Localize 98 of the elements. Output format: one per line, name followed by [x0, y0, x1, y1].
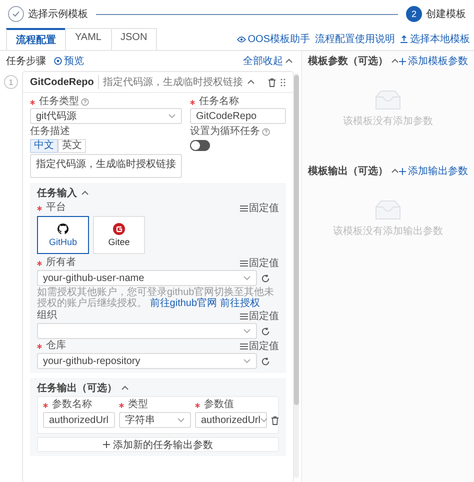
toolbar-link[interactable]: 选择本地模板 [400, 32, 470, 46]
param-value-select[interactable]: authorizedUrl [195, 412, 267, 428]
eye-icon [236, 36, 246, 42]
column-label: 参数名称 [52, 399, 92, 411]
plus-icon [103, 441, 110, 448]
list-icon [240, 312, 248, 320]
chevron-down-icon [243, 274, 251, 282]
chevron-down-icon [243, 327, 251, 335]
required-icon [43, 402, 48, 408]
step-number: 1 [4, 75, 18, 89]
param-select[interactable]: your-github-repository [37, 353, 257, 369]
hint-text: 如需授权其他账户，您可登录github官网切换至其他未授权的账户后继续授权。 前往github官网 前往授权 [37, 287, 276, 309]
step-number: 2 [406, 6, 422, 22]
help-icon[interactable] [262, 128, 270, 136]
caret-up-icon[interactable] [121, 384, 129, 392]
fixed-value-toggle[interactable]: 固定值 [240, 309, 279, 323]
hint-link[interactable]: 前往授权 [220, 298, 260, 309]
preview-link[interactable]: 预览 [54, 54, 84, 68]
tab[interactable]: 流程配置 [6, 28, 66, 50]
caret-up-icon[interactable] [391, 167, 399, 175]
fixed-value-toggle[interactable]: 固定值 [240, 201, 279, 215]
required-icon [37, 344, 42, 348]
required-icon [195, 402, 200, 408]
param-type-select[interactable]: 字符串 [119, 412, 191, 428]
loop-toggle[interactable] [190, 140, 210, 151]
list-icon [240, 260, 248, 266]
trash-icon[interactable] [271, 416, 279, 424]
description-textarea[interactable]: 指定代码源，生成临时授权链接 [30, 154, 182, 178]
caret-up-icon[interactable] [285, 57, 293, 65]
plus-icon [399, 168, 406, 174]
field-label: 平台 [46, 202, 66, 214]
section-title: 模板输出（可选） [308, 164, 388, 178]
field-label: 任务名称 [199, 96, 239, 108]
field-label: 任务描述 [30, 126, 70, 138]
fixed-value-toggle[interactable]: 固定值 [240, 339, 279, 353]
task-description: 指定代码源，生成临时授权链接 [98, 75, 243, 89]
required-icon [119, 402, 124, 408]
language-tab[interactable]: 中文 [30, 139, 58, 153]
tab[interactable]: JSON [110, 28, 158, 50]
task-type-select[interactable]: git代码源 [30, 108, 182, 124]
param-name-input[interactable]: authorizedUrl [43, 412, 115, 428]
empty-inbox-icon [373, 89, 403, 111]
refresh-icon[interactable] [261, 356, 270, 366]
drag-handle-icon[interactable] [280, 78, 286, 86]
empty-text: 该模板没有添加输出参数 [333, 224, 443, 238]
chevron-down-icon [243, 357, 251, 365]
collapse-all-link[interactable]: 全部收起 [243, 54, 293, 68]
column-label: 类型 [128, 399, 148, 411]
caret-up-icon[interactable] [81, 189, 89, 197]
chevron-down-icon [168, 112, 176, 120]
panel-title: 任务步骤 [6, 54, 46, 68]
help-icon[interactable] [81, 98, 89, 106]
required-icon [37, 260, 42, 266]
empty-inbox-icon [373, 199, 403, 221]
field-label: 仓库 [46, 340, 66, 352]
preview-icon [54, 57, 62, 65]
add-link[interactable]: 添加输出参数 [399, 164, 468, 178]
empty-text: 该模板没有添加参数 [343, 114, 433, 128]
required-icon [190, 100, 195, 104]
platform-option[interactable]: GitHub [37, 216, 89, 254]
task-name-input[interactable]: GitCodeRepo [190, 108, 286, 124]
section-title: 任务输入 [37, 186, 77, 200]
add-output-param-button[interactable]: 添加新的任务输出参数 [37, 437, 279, 452]
field-label: 任务类型 [39, 96, 79, 108]
check-icon [12, 10, 20, 18]
field-label: 设置为循环任务 [190, 126, 260, 138]
chevron-down-icon [177, 416, 185, 424]
fixed-value-toggle[interactable]: 固定值 [240, 256, 279, 270]
caret-up-icon[interactable] [246, 78, 255, 86]
toolbar-link[interactable]: 流程配置使用说明 [315, 32, 395, 46]
hint-link[interactable]: 前往github官网 [150, 298, 218, 309]
caret-up-icon[interactable] [391, 57, 399, 65]
field-label: 所有者 [46, 257, 76, 269]
add-link[interactable]: 添加模板参数 [399, 54, 468, 68]
section-title: 模板参数（可选） [308, 54, 388, 68]
list-icon [240, 342, 248, 350]
required-icon [37, 206, 42, 210]
trash-icon[interactable] [268, 78, 276, 86]
step-label: 选择示例模板 [28, 8, 88, 21]
upload-icon [400, 35, 408, 43]
scrollbar-thumb[interactable] [294, 75, 299, 405]
language-tab[interactable]: 英文 [58, 139, 86, 153]
refresh-icon[interactable] [261, 326, 270, 336]
field-label: 组织 [37, 310, 57, 322]
toolbar-link[interactable]: OOS模板助手 [236, 32, 310, 46]
column-label: 参数值 [204, 399, 234, 411]
plus-icon [399, 58, 406, 64]
refresh-icon[interactable] [261, 274, 270, 282]
circle-logo-icon [113, 223, 125, 235]
task-name: GitCodeRepo [30, 76, 94, 88]
section-title: 任务输出（可选） [37, 382, 117, 395]
param-select[interactable]: your-github-user-name [37, 270, 257, 286]
list-icon [240, 204, 248, 212]
required-icon [30, 100, 35, 104]
chevron-down-icon [260, 416, 268, 424]
step-label: 创建模板 [426, 8, 466, 21]
platform-option[interactable]: Gitee [93, 216, 145, 254]
cat-logo-icon [57, 223, 69, 235]
